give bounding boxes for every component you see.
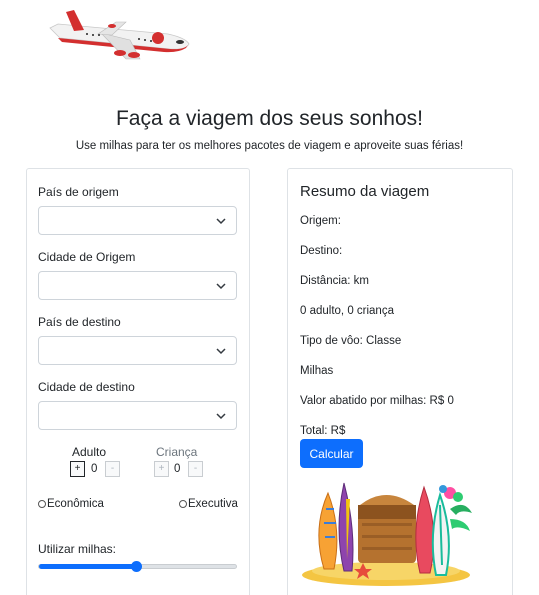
- economy-radio[interactable]: [38, 500, 46, 508]
- adult-minus-button[interactable]: -: [105, 461, 120, 477]
- page-subtitle: Use milhas para ter os melhores pacotes …: [75, 140, 464, 152]
- dest-country-select[interactable]: [38, 336, 237, 365]
- child-plus-button[interactable]: +: [154, 461, 169, 477]
- origin-city-select[interactable]: [38, 271, 237, 300]
- miles-slider-fill: [39, 564, 136, 569]
- chevron-down-icon: [216, 218, 226, 225]
- summary-title: Resumo da viagem: [300, 183, 430, 200]
- dest-country-label: País de destino: [38, 315, 121, 329]
- summary-origin: Origem:: [300, 215, 341, 227]
- adult-plus-button[interactable]: +: [70, 461, 85, 477]
- dest-city-select[interactable]: [38, 401, 237, 430]
- executive-radio[interactable]: [179, 500, 187, 508]
- child-minus-button[interactable]: -: [188, 461, 203, 477]
- origin-country-select[interactable]: [38, 206, 237, 235]
- dest-city-label: Cidade de destino: [38, 380, 135, 394]
- miles-slider[interactable]: [38, 561, 237, 572]
- summary-discount: Valor abatido por milhas: R$ 0: [300, 395, 454, 407]
- summary-flight-type: Tipo de vôo: Classe: [300, 335, 402, 347]
- origin-city-label: Cidade de Origem: [38, 250, 136, 264]
- trip-form-card: País de origem Cidade de Origem País de …: [26, 168, 250, 595]
- chevron-down-icon: [216, 348, 226, 355]
- beach-surfboards-icon: [302, 482, 472, 586]
- trip-summary-card: Resumo da viagem Origem: Destino: Distân…: [287, 168, 513, 595]
- summary-miles: Milhas: [300, 365, 334, 377]
- summary-total: Total: R$: [300, 425, 346, 437]
- summary-passengers: 0 adulto, 0 criança: [300, 305, 394, 317]
- page-title: Faça a viagem dos seus sonhos!: [115, 107, 423, 130]
- executive-label: Executiva: [188, 498, 238, 510]
- adult-label: Adulto: [72, 445, 107, 459]
- calculate-button[interactable]: Calcular: [300, 439, 363, 468]
- economy-label: Econômica: [47, 498, 104, 510]
- chevron-down-icon: [216, 283, 226, 290]
- airplane-logo-icon: [49, 10, 190, 60]
- summary-destination: Destino:: [300, 245, 343, 257]
- adult-count: 0: [91, 463, 98, 475]
- summary-distance: Distância: km: [300, 275, 370, 287]
- child-label: Criança: [156, 445, 198, 459]
- origin-country-label: País de origem: [38, 185, 119, 199]
- child-count: 0: [174, 463, 181, 475]
- miles-label: Utilizar milhas:: [38, 542, 117, 556]
- miles-slider-thumb[interactable]: [130, 561, 142, 572]
- chevron-down-icon: [216, 413, 226, 420]
